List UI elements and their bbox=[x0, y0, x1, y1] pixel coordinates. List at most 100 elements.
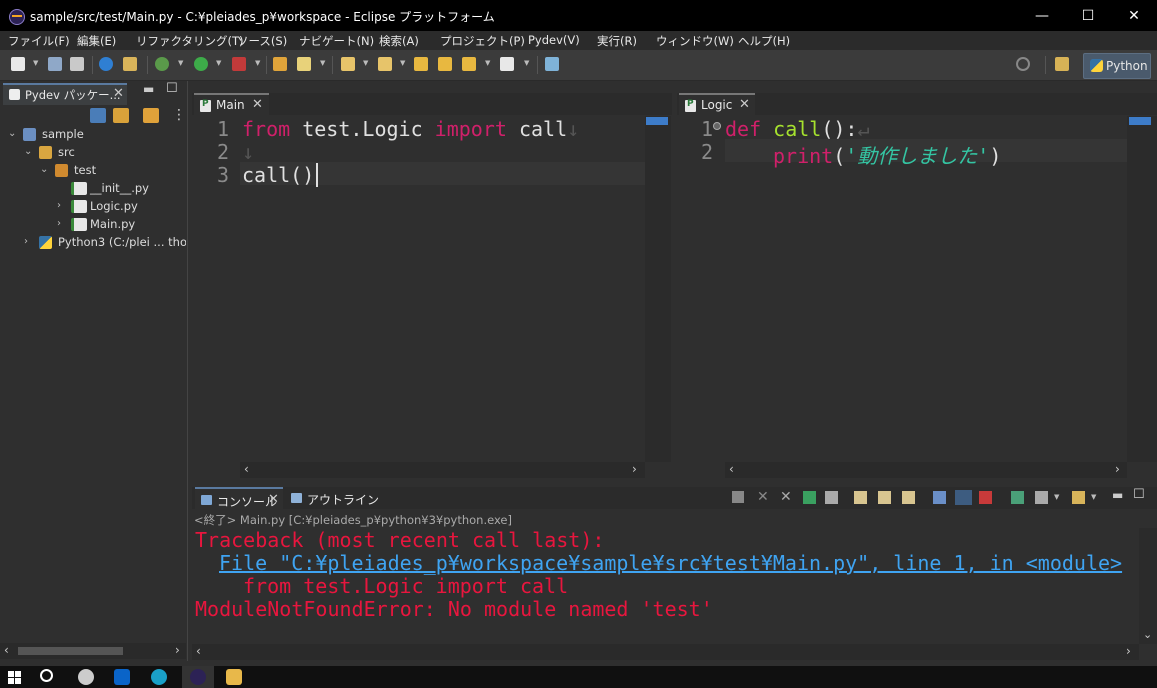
editor-hscrollbar[interactable]: ‹ › bbox=[725, 462, 1127, 478]
last-edit-icon[interactable] bbox=[414, 57, 428, 71]
scroll-right-icon[interactable]: › bbox=[1126, 644, 1131, 658]
close-icon[interactable]: ✕ bbox=[739, 97, 750, 112]
scroll-left-icon[interactable]: ‹ bbox=[196, 644, 201, 658]
scroll-left-icon[interactable]: ‹ bbox=[4, 643, 9, 657]
back-icon[interactable] bbox=[462, 57, 476, 71]
open-folder-icon[interactable] bbox=[273, 57, 287, 71]
chevron-down-icon[interactable]: ▼ bbox=[1054, 493, 1059, 501]
search-icon[interactable] bbox=[1016, 57, 1030, 71]
scroll-left-icon[interactable]: ‹ bbox=[244, 462, 249, 476]
tree-item-test[interactable]: ⌄ test bbox=[0, 162, 186, 180]
pin-console-icon[interactable] bbox=[933, 491, 946, 504]
minimize-button[interactable]: — bbox=[1019, 0, 1065, 31]
search-icon[interactable] bbox=[40, 669, 53, 682]
console-hscrollbar[interactable]: ‹ › bbox=[192, 644, 1139, 660]
view-menu-icon[interactable]: ⋮ bbox=[172, 107, 186, 123]
filter-icon[interactable] bbox=[143, 108, 159, 123]
chevron-down-icon[interactable]: ▼ bbox=[178, 59, 183, 67]
maximize-icon[interactable]: ☐ bbox=[166, 81, 178, 96]
tab-outline[interactable]: アウトライン bbox=[289, 487, 379, 509]
save-icon[interactable] bbox=[48, 57, 62, 71]
coverage-icon[interactable] bbox=[232, 57, 246, 71]
taskbar-active-app[interactable] bbox=[182, 666, 214, 688]
menu-run[interactable]: 実行(R) bbox=[597, 33, 637, 49]
terminate-icon[interactable] bbox=[732, 491, 744, 503]
explorer-hscrollbar[interactable]: ‹ › bbox=[0, 643, 186, 659]
chevron-down-icon[interactable]: ▼ bbox=[1091, 493, 1096, 501]
editor-hscrollbar[interactable]: ‹ › bbox=[240, 462, 645, 478]
close-icon[interactable]: ✕ bbox=[268, 492, 279, 507]
scroll-left-icon[interactable]: ‹ bbox=[729, 462, 734, 476]
settings-icon[interactable] bbox=[99, 57, 113, 71]
new-icon[interactable] bbox=[11, 57, 25, 71]
chevron-down-icon[interactable]: ▼ bbox=[216, 59, 221, 67]
tab-logic[interactable]: Logic ✕ bbox=[679, 93, 755, 117]
forward-edit-icon[interactable] bbox=[438, 57, 452, 71]
forward-icon[interactable] bbox=[500, 57, 514, 71]
chevron-down-icon[interactable]: ▼ bbox=[485, 59, 490, 67]
close-button[interactable]: ✕ bbox=[1111, 0, 1157, 31]
menu-edit[interactable]: 編集(E) bbox=[77, 33, 116, 49]
overview-marker[interactable] bbox=[1129, 117, 1151, 125]
word-wrap-icon[interactable] bbox=[902, 491, 915, 504]
minimize-icon[interactable]: ▬ bbox=[1112, 488, 1123, 502]
menu-navigate[interactable]: ナビゲート(N) bbox=[299, 33, 374, 49]
clear-console-icon[interactable] bbox=[854, 491, 867, 504]
pin-editor-icon[interactable] bbox=[545, 57, 559, 71]
menu-pydev[interactable]: Pydev(V) bbox=[528, 33, 580, 47]
chevron-down-icon[interactable]: ▼ bbox=[400, 59, 405, 67]
annotation-icon[interactable] bbox=[341, 57, 355, 71]
show-stdout-icon[interactable] bbox=[955, 490, 972, 505]
minimize-icon[interactable]: ▬ bbox=[143, 82, 154, 96]
tab-main[interactable]: Main ✕ bbox=[194, 93, 269, 117]
console-link-file[interactable]: File "C:¥pleiades_p¥workspace¥sample¥src… bbox=[219, 551, 1122, 575]
menu-project[interactable]: プロジェクト(P) bbox=[440, 33, 525, 49]
tree-item-sample[interactable]: ⌄ sample bbox=[0, 126, 186, 144]
file-explorer-icon[interactable] bbox=[226, 669, 242, 685]
relaunch-icon[interactable] bbox=[803, 491, 816, 504]
link-editor-icon[interactable] bbox=[113, 108, 129, 123]
chevron-down-icon[interactable]: ▼ bbox=[33, 59, 38, 67]
new-console-icon[interactable] bbox=[1072, 491, 1085, 504]
scroll-right-icon[interactable]: › bbox=[175, 643, 180, 657]
scroll-right-icon[interactable]: › bbox=[1115, 462, 1120, 476]
tab-console[interactable]: コンソール ✕ bbox=[195, 487, 283, 511]
save-all-icon[interactable] bbox=[70, 57, 84, 71]
maximize-icon[interactable]: ☐ bbox=[1133, 487, 1145, 502]
close-icon[interactable]: ✕ bbox=[113, 86, 124, 101]
scroll-down-icon[interactable]: ⌄ bbox=[1143, 628, 1152, 641]
chevron-down-icon[interactable]: ▼ bbox=[363, 59, 368, 67]
menu-source[interactable]: ソース(S) bbox=[237, 33, 287, 49]
debug-icon[interactable] bbox=[155, 57, 169, 71]
menu-search[interactable]: 検索(A) bbox=[379, 33, 419, 49]
close-icon[interactable]: ✕ bbox=[252, 97, 263, 112]
open-perspective-icon[interactable] bbox=[1055, 57, 1069, 71]
windows-start-icon[interactable] bbox=[8, 671, 14, 677]
fold-icon[interactable] bbox=[713, 122, 721, 130]
menu-window[interactable]: ウィンドウ(W) bbox=[656, 33, 734, 49]
menu-file[interactable]: ファイル(F) bbox=[8, 33, 70, 49]
tree-item-main-py[interactable]: › Main.py bbox=[0, 216, 186, 234]
collapse-all-icon[interactable] bbox=[90, 108, 106, 123]
next-annotation-icon[interactable] bbox=[378, 57, 392, 71]
tree-item-python3-interpreter[interactable]: › Python3 (C:/plei ... thon/ bbox=[0, 234, 186, 252]
chevron-down-icon[interactable]: ▼ bbox=[320, 59, 325, 67]
project-icon[interactable] bbox=[123, 57, 137, 71]
outlook-icon[interactable] bbox=[114, 669, 130, 685]
tree-item-src[interactable]: ⌄ src bbox=[0, 144, 186, 162]
remove-launch-icon[interactable]: ✕ bbox=[757, 489, 769, 505]
maximize-button[interactable]: ☐ bbox=[1065, 0, 1111, 31]
copy-icon[interactable] bbox=[825, 491, 838, 504]
chevron-down-icon[interactable]: ▼ bbox=[255, 59, 260, 67]
app-icon[interactable] bbox=[78, 669, 94, 685]
overview-marker[interactable] bbox=[646, 117, 668, 125]
tree-item-init-py[interactable]: __init__.py bbox=[0, 180, 186, 198]
tree-item-logic-py[interactable]: › Logic.py bbox=[0, 198, 186, 216]
scroll-lock-icon[interactable] bbox=[878, 491, 891, 504]
console-vscrollbar[interactable]: ⌄ bbox=[1139, 528, 1157, 644]
open-console-icon[interactable] bbox=[1011, 491, 1024, 504]
chevron-down-icon[interactable]: ▼ bbox=[524, 59, 529, 67]
menu-help[interactable]: ヘルプ(H) bbox=[738, 33, 790, 49]
display-console-icon[interactable] bbox=[1035, 491, 1048, 504]
remove-all-icon[interactable]: ✕ bbox=[780, 489, 792, 505]
